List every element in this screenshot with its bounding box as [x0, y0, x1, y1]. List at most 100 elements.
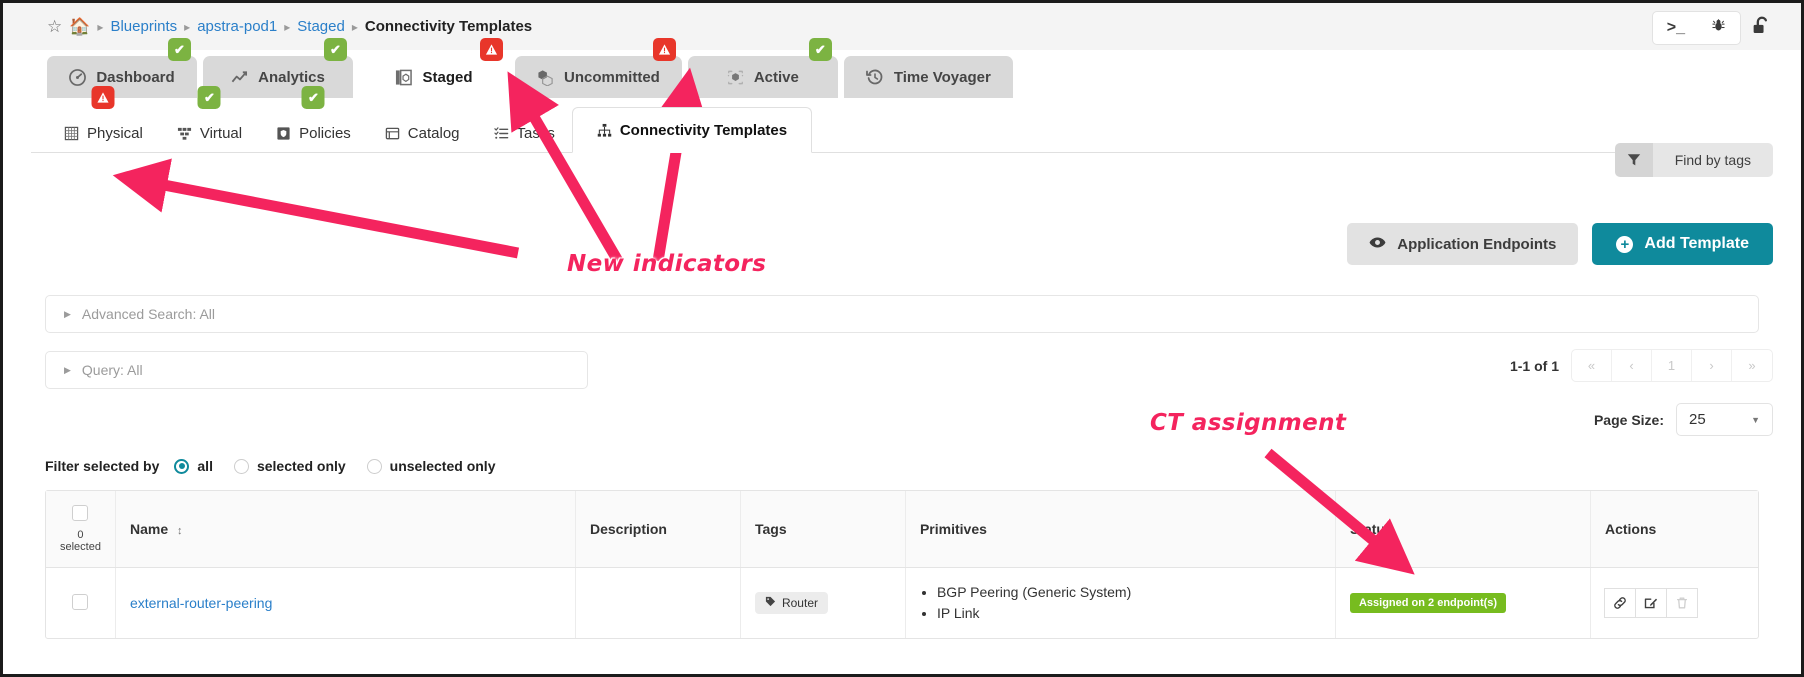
sub-tab-label: Tasks — [517, 125, 555, 142]
sidebar-item-virtual[interactable]: ✔ Virtual — [160, 113, 259, 153]
breadcrumb-bar: ☆ 🏠 ▸ Blueprints ▸ apstra-pod1 ▸ Staged … — [3, 3, 1801, 50]
annotation-ct-assignment: CT assignment — [1150, 410, 1346, 436]
content-action-bar: Application Endpoints + Add Template — [1347, 223, 1773, 265]
edit-icon[interactable] — [1635, 588, 1667, 618]
sub-tab-label: Catalog — [408, 125, 460, 142]
add-template-button[interactable]: + Add Template — [1592, 223, 1773, 265]
cell-actions — [1590, 568, 1758, 639]
unlock-icon[interactable] — [1751, 15, 1773, 41]
bug-icon[interactable] — [1711, 18, 1726, 38]
radio-all[interactable] — [174, 459, 189, 474]
tab-time-voyager[interactable]: Time Voyager — [844, 56, 1013, 98]
row-select-cell — [46, 568, 115, 639]
dashboard-icon — [69, 69, 86, 86]
sub-tab-label: Policies — [299, 125, 351, 142]
column-label: Actions — [1605, 521, 1656, 537]
pagination-next[interactable]: › — [1692, 350, 1732, 381]
sub-tab-label: Connectivity Templates — [620, 122, 787, 139]
sidebar-item-connectivity-templates[interactable]: Connectivity Templates — [572, 107, 812, 153]
cell-status: Assigned on 2 endpoint(s) — [1335, 568, 1590, 639]
eye-icon — [1369, 236, 1386, 253]
column-header-description: Description — [575, 491, 740, 568]
column-header-name[interactable]: Name ↕ — [115, 491, 575, 568]
tab-label: Active — [754, 69, 799, 86]
filter-selected-by: Filter selected by all selected only uns… — [45, 458, 507, 474]
sidebar-item-catalog[interactable]: Catalog — [368, 113, 477, 153]
sidebar-item-tasks[interactable]: Tasks — [477, 113, 572, 153]
row-checkbox[interactable] — [72, 594, 88, 610]
filter-label: Filter selected by — [45, 458, 159, 474]
staged-icon — [395, 69, 412, 86]
tab-staged[interactable]: Staged — [359, 56, 509, 98]
application-endpoints-button[interactable]: Application Endpoints — [1347, 223, 1578, 265]
query-label: Query: All — [82, 362, 143, 378]
catalog-icon — [385, 126, 400, 141]
tag-chip[interactable]: Router — [755, 592, 828, 614]
sidebar-item-policies[interactable]: ✔ Policies — [259, 113, 368, 153]
pagination-last[interactable]: » — [1732, 350, 1772, 381]
query-panel[interactable]: ▶ Query: All — [45, 351, 588, 389]
column-header-status: Status — [1335, 491, 1590, 568]
advanced-search-panel[interactable]: ▶ Advanced Search: All — [45, 295, 1759, 333]
application-endpoints-label: Application Endpoints — [1397, 236, 1556, 253]
plus-icon: + — [1616, 236, 1633, 253]
radio-selected-only[interactable] — [234, 459, 249, 474]
pagination-prev[interactable]: ‹ — [1612, 350, 1652, 381]
column-label: Name — [130, 521, 168, 537]
cell-primitives: BGP Peering (Generic System) IP Link — [905, 568, 1335, 639]
connectivity-templates-table: 0 selected Name ↕ Description Tags Primi… — [45, 490, 1759, 639]
breadcrumb-item-staged[interactable]: Staged — [297, 18, 345, 35]
breadcrumb-separator: ▸ — [184, 20, 190, 34]
pagination-first[interactable]: « — [1572, 350, 1612, 381]
page-size-label: Page Size: — [1594, 412, 1664, 428]
tab-uncommitted[interactable]: Uncommitted — [515, 56, 682, 98]
tag-icon — [765, 596, 776, 610]
column-label: Tags — [755, 521, 787, 537]
status-badge-warn — [92, 86, 115, 109]
tab-active[interactable]: ✔ Active — [688, 56, 838, 98]
tasks-icon — [494, 126, 509, 141]
radio-unselected-only[interactable] — [367, 459, 382, 474]
tab-label: Dashboard — [96, 69, 174, 86]
select-all-checkbox[interactable] — [72, 505, 88, 521]
sidebar-item-physical[interactable]: Physical — [47, 113, 160, 153]
advanced-search-label: Advanced Search: All — [82, 306, 215, 322]
table-row: external-router-peering Router — [46, 568, 1758, 639]
select-all-column: 0 selected — [46, 491, 115, 568]
row-action-group — [1605, 588, 1744, 618]
template-name-link[interactable]: external-router-peering — [130, 595, 272, 611]
filter-icon — [1615, 143, 1653, 177]
add-template-label: Add Template — [1644, 235, 1749, 253]
breadcrumb-separator: ▸ — [352, 20, 358, 34]
page-size-select[interactable]: 25 ▼ — [1676, 403, 1773, 436]
tab-label: Analytics — [258, 69, 325, 86]
column-header-primitives: Primitives — [905, 491, 1335, 568]
tab-analytics[interactable]: ✔ Analytics — [203, 56, 353, 98]
filter-option-label: selected only — [257, 458, 346, 474]
breadcrumb-item-apstra-pod1[interactable]: apstra-pod1 — [197, 18, 277, 35]
chevron-right-icon: ▶ — [64, 365, 71, 376]
breadcrumb-item-connectivity-templates: Connectivity Templates — [365, 18, 532, 35]
chevron-down-icon: ▼ — [1751, 415, 1760, 425]
home-icon[interactable]: 🏠 — [69, 18, 90, 35]
find-by-tags-button[interactable]: Find by tags — [1615, 143, 1773, 177]
tab-dashboard[interactable]: ✔ Dashboard — [47, 56, 197, 98]
page-size-control: Page Size: 25 ▼ — [1594, 403, 1773, 436]
delete-icon[interactable] — [1666, 588, 1698, 618]
pagination: 1-1 of 1 « ‹ 1 › » — [1510, 349, 1773, 382]
pagination-page-1[interactable]: 1 — [1652, 350, 1692, 381]
filter-option-selected-only[interactable]: selected only — [234, 458, 346, 474]
filter-option-all[interactable]: all — [174, 458, 213, 474]
physical-icon — [64, 126, 79, 141]
policies-icon — [276, 126, 291, 141]
column-label: Description — [590, 521, 667, 537]
terminal-icon[interactable]: >_ — [1667, 19, 1685, 37]
link-icon[interactable] — [1604, 588, 1636, 618]
filter-option-unselected-only[interactable]: unselected only — [367, 458, 496, 474]
connectivity-templates-icon — [597, 123, 612, 138]
star-icon[interactable]: ☆ — [47, 18, 62, 35]
chevron-right-icon: ▶ — [64, 309, 71, 320]
column-label: Primitives — [920, 521, 987, 537]
breadcrumb-item-blueprints[interactable]: Blueprints — [110, 18, 177, 35]
sort-icon[interactable]: ↕ — [177, 525, 183, 537]
